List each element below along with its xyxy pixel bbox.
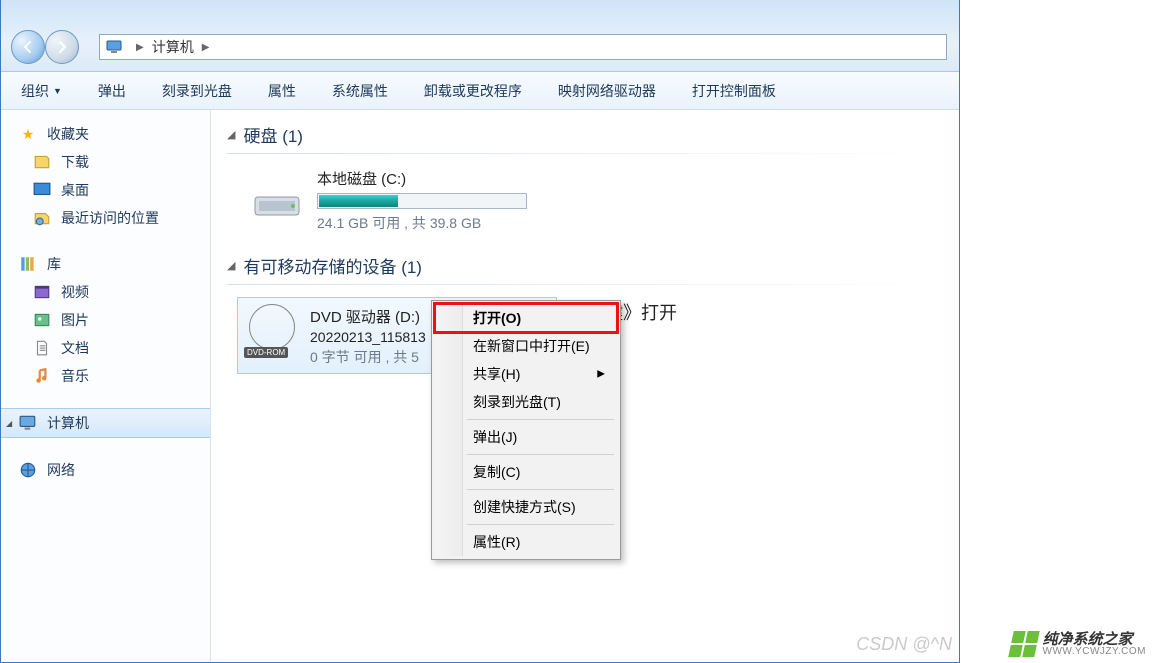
watermark-brand: 纯净系统之家 WWW.YCWJZY.COM [1011,631,1146,657]
sidebar-item-label: 最近访问的位置 [61,208,159,228]
divider [227,284,943,285]
map-drive-button[interactable]: 映射网络驱动器 [550,77,664,105]
menu-item-properties[interactable]: 属性(R) [435,528,617,556]
collapse-icon: ◢ [227,259,235,272]
breadcrumb-sep: ▶ [202,42,210,53]
menu-item-burn[interactable]: 刻录到光盘(T) [435,388,617,416]
explorer-window: ▶ 计算机 ▶ 组织 ▼ 弹出 刻录到光盘 属性 系统属性 卸载或更改程序 映射网… [0,0,960,663]
chevron-down-icon: ▼ [53,86,62,96]
drive-item-c[interactable]: 本地磁盘 (C:) 24.1 GB 可用 , 共 39.8 GB [227,162,943,253]
menu-item-share[interactable]: 共享(H) ▶ [435,360,617,388]
drive-usage-bar [317,193,527,209]
recent-icon [33,209,51,227]
dvd-info: DVD 驱动器 (D:) 20220213_115813 0 字节 可用 , 共… [310,304,426,367]
menu-item-copy[interactable]: 复制(C) [435,458,617,486]
dvd-name: DVD 驱动器 (D:) [310,306,426,327]
sidebar-item-documents[interactable]: 文档 [1,334,210,362]
sidebar-item-label: 音乐 [61,366,89,386]
hdd-icon [251,179,303,223]
arrow-right-icon [54,39,70,55]
sidebar-libraries-header[interactable]: 库 [1,250,210,278]
libraries-icon [19,255,37,273]
brand-logo-icon [1008,631,1040,657]
nav-buttons [11,30,79,64]
drive-status: 24.1 GB 可用 , 共 39.8 GB [317,213,527,233]
dvd-disc-label: 20220213_115813 [310,329,426,345]
menu-separator [467,524,614,525]
computer-icon [19,414,37,432]
section-removable-header[interactable]: ◢ 有可移动存储的设备 (1) [227,253,943,278]
computer-icon [106,40,124,54]
section-removable-label: 有可移动存储的设备 (1) [243,253,422,278]
sidebar-item-music[interactable]: 音乐 [1,362,210,390]
organize-button[interactable]: 组织 ▼ [13,77,70,105]
drive-name: 本地磁盘 (C:) [317,168,527,189]
burn-button[interactable]: 刻录到光盘 [154,77,240,105]
eject-button[interactable]: 弹出 [90,77,134,105]
sidebar-item-computer[interactable]: 计算机 [1,408,210,438]
sidebar-item-desktop[interactable]: 桌面 [1,176,210,204]
desktop-icon [33,181,51,199]
sidebar-item-label: 网络 [47,460,75,480]
star-icon: ★ [19,125,37,143]
menu-item-open[interactable]: 打开(O) [435,304,617,332]
sidebar-favorites-label: 收藏夹 [47,124,89,144]
menu-item-open-new-window[interactable]: 在新窗口中打开(E) [435,332,617,360]
downloads-icon [33,153,51,171]
address-bar[interactable]: ▶ 计算机 ▶ [99,34,947,60]
titlebar: ▶ 计算机 ▶ [1,0,959,72]
control-panel-button[interactable]: 打开控制面板 [684,77,784,105]
pictures-icon [33,311,51,329]
dvd-badge: DVD-ROM [244,347,288,358]
system-properties-button[interactable]: 系统属性 [324,77,396,105]
documents-icon [33,339,51,357]
sidebar-item-network[interactable]: 网络 [1,456,210,484]
videos-icon [33,283,51,301]
sidebar-item-label: 计算机 [47,413,89,433]
sidebar: ★ 收藏夹 下载 桌面 最近访问的位置 [1,110,211,662]
forward-button[interactable] [45,30,79,64]
music-icon [33,367,51,385]
menu-separator [467,489,614,490]
brand-url: WWW.YCWJZY.COM [1043,647,1146,657]
divider [227,153,943,154]
section-hdd-label: 硬盘 (1) [243,122,303,147]
sidebar-item-videos[interactable]: 视频 [1,278,210,306]
toolbar: 组织 ▼ 弹出 刻录到光盘 属性 系统属性 卸载或更改程序 映射网络驱动器 打开控… [1,72,959,110]
properties-button[interactable]: 属性 [260,77,304,105]
network-icon [19,461,37,479]
back-button[interactable] [11,30,45,64]
sidebar-item-recent[interactable]: 最近访问的位置 [1,204,210,232]
menu-separator [467,454,614,455]
dvd-status: 0 字节 可用 , 共 5 [310,347,426,367]
dvd-icon: DVD-ROM [246,304,298,356]
arrow-left-icon [20,39,36,55]
breadcrumb-sep: ▶ [136,42,144,53]
section-hdd-header[interactable]: ◢ 硬盘 (1) [227,122,943,147]
sidebar-item-label: 桌面 [61,180,89,200]
sidebar-item-label: 下载 [61,152,89,172]
watermark-csdn: CSDN @^N [856,634,952,655]
sidebar-item-pictures[interactable]: 图片 [1,306,210,334]
menu-item-eject[interactable]: 弹出(J) [435,423,617,451]
brand-name: 纯净系统之家 [1043,632,1146,647]
menu-item-label: 共享(H) [473,366,520,382]
uninstall-button[interactable]: 卸载或更改程序 [416,77,530,105]
submenu-arrow-icon: ▶ [597,369,605,380]
sidebar-item-downloads[interactable]: 下载 [1,148,210,176]
sidebar-item-label: 视频 [61,282,89,302]
sidebar-item-label: 图片 [61,310,89,330]
breadcrumb-root[interactable]: 计算机 [150,37,196,57]
menu-item-create-shortcut[interactable]: 创建快捷方式(S) [435,493,617,521]
sidebar-item-label: 库 [47,254,61,274]
context-menu: 打开(O) 在新窗口中打开(E) 共享(H) ▶ 刻录到光盘(T) 弹出(J) 复… [431,300,621,560]
organize-label: 组织 [21,81,49,101]
menu-separator [467,419,614,420]
sidebar-favorites-header[interactable]: ★ 收藏夹 [1,120,210,148]
collapse-icon: ◢ [227,128,235,141]
drive-info: 本地磁盘 (C:) 24.1 GB 可用 , 共 39.8 GB [317,168,527,233]
sidebar-item-label: 文档 [61,338,89,358]
